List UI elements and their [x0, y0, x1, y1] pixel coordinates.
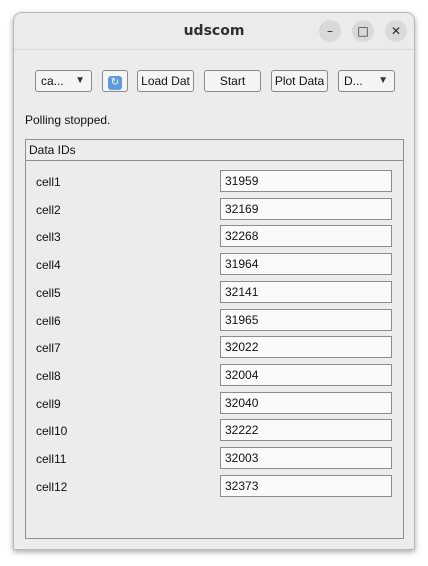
data-id-label: cell1	[36, 175, 61, 189]
data-ids-title: Data IDs	[29, 143, 76, 157]
data-id-row: cell8 32004	[26, 363, 403, 388]
data-id-field[interactable]: 32222	[220, 419, 392, 442]
data-select[interactable]: D... ▼	[338, 70, 395, 92]
load-data-button[interactable]: Load Dat	[137, 70, 194, 92]
start-button[interactable]: Start	[204, 70, 261, 92]
close-button[interactable]: ✕	[385, 20, 407, 42]
data-id-label: cell6	[36, 313, 61, 328]
data-id-row: cell5 32141	[26, 280, 403, 305]
data-id-field[interactable]: 32004	[220, 363, 392, 386]
data-id-label: cell10	[36, 424, 68, 439]
data-ids-header: Data IDs	[26, 140, 403, 161]
data-id-label: cell2	[36, 202, 61, 217]
data-id-field[interactable]: 32141	[220, 280, 392, 303]
data-id-field[interactable]: 32003	[220, 447, 392, 469]
channel-select[interactable]: ca... ▼	[35, 70, 92, 92]
chevron-down-icon: ▼	[378, 75, 388, 86]
chevron-down-icon: ▼	[75, 75, 85, 86]
status-text: Polling stopped.	[25, 113, 111, 127]
titlebar: udscom – □ ✕	[14, 13, 414, 50]
plot-data-button[interactable]: Plot Data	[271, 70, 328, 92]
data-id-field[interactable]: 31959	[220, 170, 392, 192]
data-id-row: cell10 32222	[26, 419, 403, 443]
data-id-field[interactable]: 32022	[220, 336, 392, 359]
data-id-field[interactable]: 32268	[220, 225, 392, 248]
data-id-row: cell3 32268	[26, 225, 403, 249]
data-id-field[interactable]: 31965	[220, 308, 392, 331]
data-id-row: cell7 32022	[26, 336, 403, 360]
data-id-field[interactable]: 32373	[220, 474, 392, 497]
data-id-label: cell11	[36, 452, 67, 466]
refresh-icon: ↻	[108, 76, 122, 90]
data-id-row: cell4 31964	[26, 253, 403, 277]
data-id-row: cell11 32003	[26, 447, 403, 471]
data-id-row: cell6 31965	[26, 308, 403, 333]
data-select-value: D...	[344, 74, 363, 88]
maximize-button[interactable]: □	[352, 20, 374, 42]
channel-select-value: ca...	[41, 74, 64, 88]
data-ids-group: Data IDs cell1 31959 cell2 32169 cell3 3…	[25, 139, 404, 539]
data-id-row: cell2 32169	[26, 197, 403, 222]
data-id-row: cell1 31959	[26, 170, 403, 194]
data-id-label: cell7	[36, 341, 61, 356]
data-id-row: cell12 32373	[26, 474, 403, 499]
data-id-label: cell12	[36, 479, 68, 494]
data-id-field[interactable]: 32040	[220, 391, 392, 414]
data-id-field[interactable]: 32169	[220, 197, 392, 220]
data-id-label: cell5	[36, 285, 61, 300]
data-id-field[interactable]: 31964	[220, 253, 392, 276]
data-id-label: cell9	[36, 396, 61, 411]
data-id-label: cell3	[36, 230, 61, 245]
app-window: udscom – □ ✕ ca... ▼ ↻ Load Dat Start Pl…	[13, 12, 415, 550]
minimize-button[interactable]: –	[319, 20, 341, 42]
data-id-row: cell9 32040	[26, 391, 403, 416]
refresh-button[interactable]: ↻	[102, 70, 128, 92]
data-id-label: cell4	[36, 258, 61, 273]
data-id-label: cell8	[36, 368, 61, 383]
